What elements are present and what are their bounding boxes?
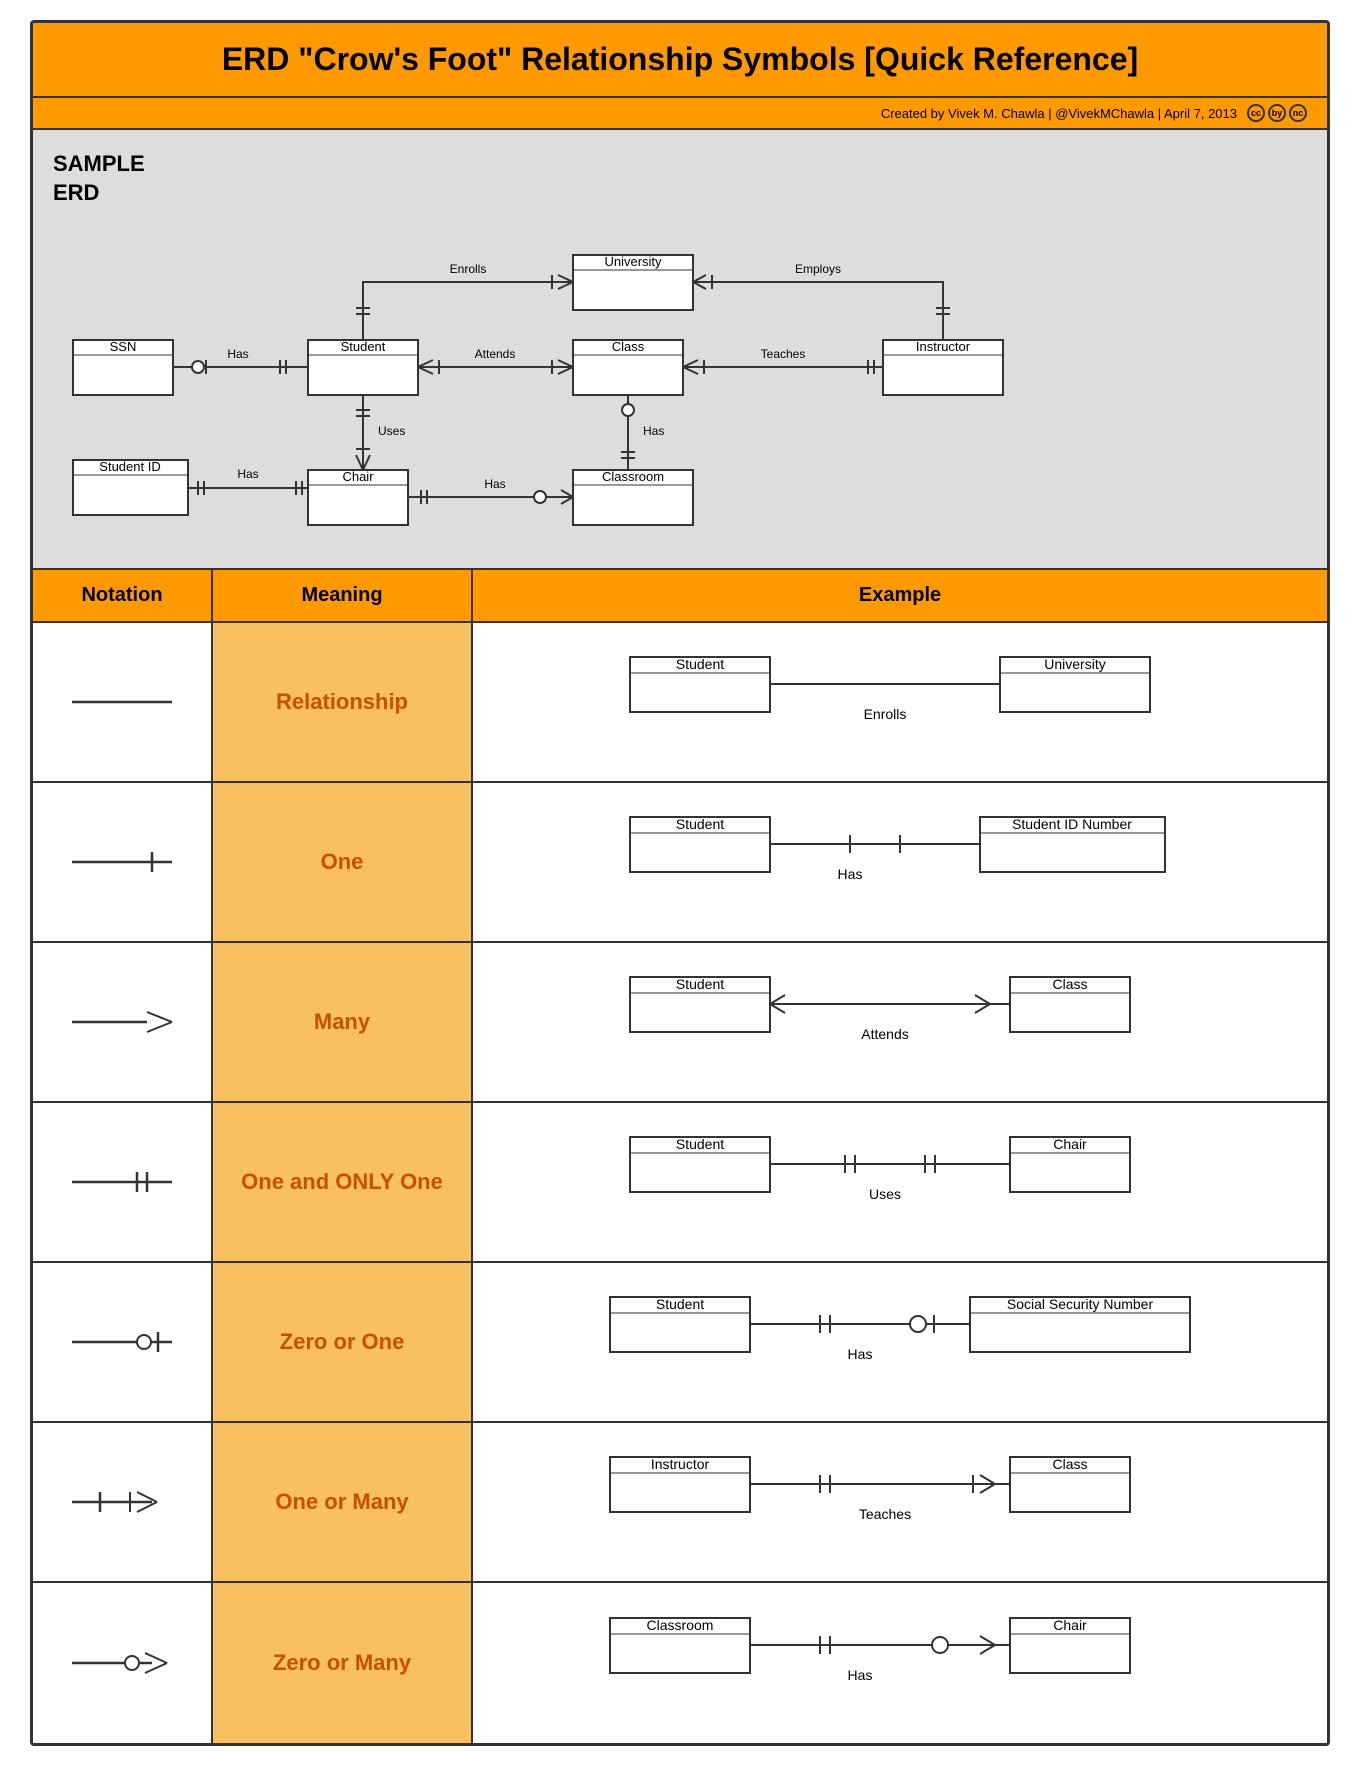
svg-text:Attends: Attends xyxy=(861,1026,908,1042)
svg-text:Class: Class xyxy=(1052,976,1087,992)
attribution-bar: Created by Vivek M. Chawla | @VivekMChaw… xyxy=(33,98,1327,130)
notation-cell-relationship xyxy=(33,623,213,781)
svg-text:Social Security Number: Social Security Number xyxy=(1007,1296,1154,1312)
notation-svg-relationship xyxy=(62,677,182,727)
svg-text:Attends: Attends xyxy=(475,347,516,361)
notation-svg-one-many xyxy=(62,1477,182,1527)
svg-text:Enrolls: Enrolls xyxy=(450,262,487,276)
table-row: Zero or One Student Social Security Numb… xyxy=(33,1263,1327,1423)
svg-text:Student: Student xyxy=(676,816,724,832)
svg-text:SSN: SSN xyxy=(110,339,137,354)
page-title: ERD "Crow's Foot" Relationship Symbols [… xyxy=(222,41,1138,77)
svg-text:Instructor: Instructor xyxy=(651,1456,710,1472)
svg-text:Student: Student xyxy=(676,656,724,672)
svg-text:University: University xyxy=(1044,656,1105,672)
notation-cell-one-only xyxy=(33,1103,213,1261)
notation-cell-zero-many xyxy=(33,1583,213,1743)
table-row: One or Many Instructor Class xyxy=(33,1423,1327,1583)
nc-icon: nc xyxy=(1289,104,1307,122)
example-svg-zero-many: Classroom Chair Has xyxy=(550,1598,1250,1728)
svg-text:Has: Has xyxy=(227,347,248,361)
table-row: Relationship Student University Enrolls xyxy=(33,623,1327,783)
example-cell-one: Student Student ID Number Has xyxy=(473,783,1327,941)
header-meaning: Meaning xyxy=(213,570,473,621)
cc-icon: cc xyxy=(1247,104,1265,122)
svg-text:Student: Student xyxy=(656,1296,704,1312)
example-svg-one-many: Instructor Class Teaches xyxy=(550,1437,1250,1567)
svg-text:University: University xyxy=(604,254,662,269)
svg-text:Student: Student xyxy=(676,976,724,992)
notation-svg-one xyxy=(62,837,182,887)
svg-text:Has: Has xyxy=(484,477,505,491)
example-cell-relationship: Student University Enrolls xyxy=(473,623,1327,781)
example-svg-zero-one: Student Social Security Number Has xyxy=(550,1277,1250,1407)
svg-text:Has: Has xyxy=(838,866,863,882)
meaning-cell-relationship: Relationship xyxy=(213,623,473,781)
header-example: Example xyxy=(473,570,1327,621)
notation-cell-one xyxy=(33,783,213,941)
table-row: One and ONLY One Student Chair Uses xyxy=(33,1103,1327,1263)
notation-svg-one-only xyxy=(62,1157,182,1207)
example-svg-many: Student Class Attends xyxy=(550,957,1250,1087)
svg-text:Has: Has xyxy=(848,1346,873,1362)
table-row: Many Student Class xyxy=(33,943,1327,1103)
notation-svg-many xyxy=(62,997,182,1047)
svg-text:Teaches: Teaches xyxy=(859,1506,911,1522)
header-notation: Notation xyxy=(33,570,213,621)
notation-cell-zero-one xyxy=(33,1263,213,1421)
example-svg-one-only: Student Chair Uses xyxy=(550,1117,1250,1247)
svg-text:Employs: Employs xyxy=(795,262,841,276)
svg-text:Chair: Chair xyxy=(342,469,374,484)
svg-text:Uses: Uses xyxy=(378,424,405,438)
meaning-cell-zero-many: Zero or Many xyxy=(213,1583,473,1743)
notation-cell-many xyxy=(33,943,213,1101)
svg-text:Student ID Number: Student ID Number xyxy=(1012,816,1132,832)
table-header: Notation Meaning Example xyxy=(33,570,1327,623)
meaning-cell-one-many: One or Many xyxy=(213,1423,473,1581)
meaning-cell-zero-one: Zero or One xyxy=(213,1263,473,1421)
notation-svg-zero-many xyxy=(62,1638,182,1688)
svg-text:Has: Has xyxy=(643,424,664,438)
title-bar: ERD "Crow's Foot" Relationship Symbols [… xyxy=(33,23,1327,98)
main-container: ERD "Crow's Foot" Relationship Symbols [… xyxy=(30,20,1330,1746)
example-cell-one-many: Instructor Class Teaches xyxy=(473,1423,1327,1581)
svg-text:Class: Class xyxy=(612,339,645,354)
by-icon: by xyxy=(1268,104,1286,122)
svg-text:Teaches: Teaches xyxy=(761,347,806,361)
table-row: One Student Student ID Number Has xyxy=(33,783,1327,943)
svg-text:Class: Class xyxy=(1052,1456,1087,1472)
reference-table: Notation Meaning Example Relationship St… xyxy=(33,570,1327,1743)
example-cell-one-only: Student Chair Uses xyxy=(473,1103,1327,1261)
table-row: Zero or Many Classroom Chair xyxy=(33,1583,1327,1743)
svg-text:Student: Student xyxy=(676,1136,724,1152)
example-cell-many: Student Class Attends xyxy=(473,943,1327,1101)
svg-text:Has: Has xyxy=(237,467,258,481)
svg-text:Enrolls: Enrolls xyxy=(864,706,907,722)
erd-section: SAMPLEERD SSN Student ID Student Chair U… xyxy=(33,130,1327,570)
erd-diagram: SSN Student ID Student Chair University … xyxy=(43,140,1303,560)
example-cell-zero-many: Classroom Chair Has xyxy=(473,1583,1327,1743)
notation-svg-zero-one xyxy=(62,1317,182,1367)
svg-text:Has: Has xyxy=(848,1667,873,1683)
meaning-cell-one: One xyxy=(213,783,473,941)
svg-text:Student ID: Student ID xyxy=(99,459,160,474)
example-cell-zero-one: Student Social Security Number Has xyxy=(473,1263,1327,1421)
notation-cell-one-many xyxy=(33,1423,213,1581)
svg-text:Classroom: Classroom xyxy=(647,1617,714,1633)
svg-text:Instructor: Instructor xyxy=(916,339,971,354)
svg-text:Chair: Chair xyxy=(1053,1617,1087,1633)
example-svg-one: Student Student ID Number Has xyxy=(550,797,1250,927)
svg-text:Chair: Chair xyxy=(1053,1136,1087,1152)
svg-text:Uses: Uses xyxy=(869,1186,901,1202)
meaning-cell-one-only: One and ONLY One xyxy=(213,1103,473,1261)
meaning-cell-many: Many xyxy=(213,943,473,1101)
cc-icons: cc by nc xyxy=(1247,104,1307,122)
example-svg-relationship: Student University Enrolls xyxy=(550,637,1250,767)
svg-text:Student: Student xyxy=(341,339,386,354)
attribution-text: Created by Vivek M. Chawla | @VivekMChaw… xyxy=(881,106,1237,121)
svg-text:Classroom: Classroom xyxy=(602,469,664,484)
